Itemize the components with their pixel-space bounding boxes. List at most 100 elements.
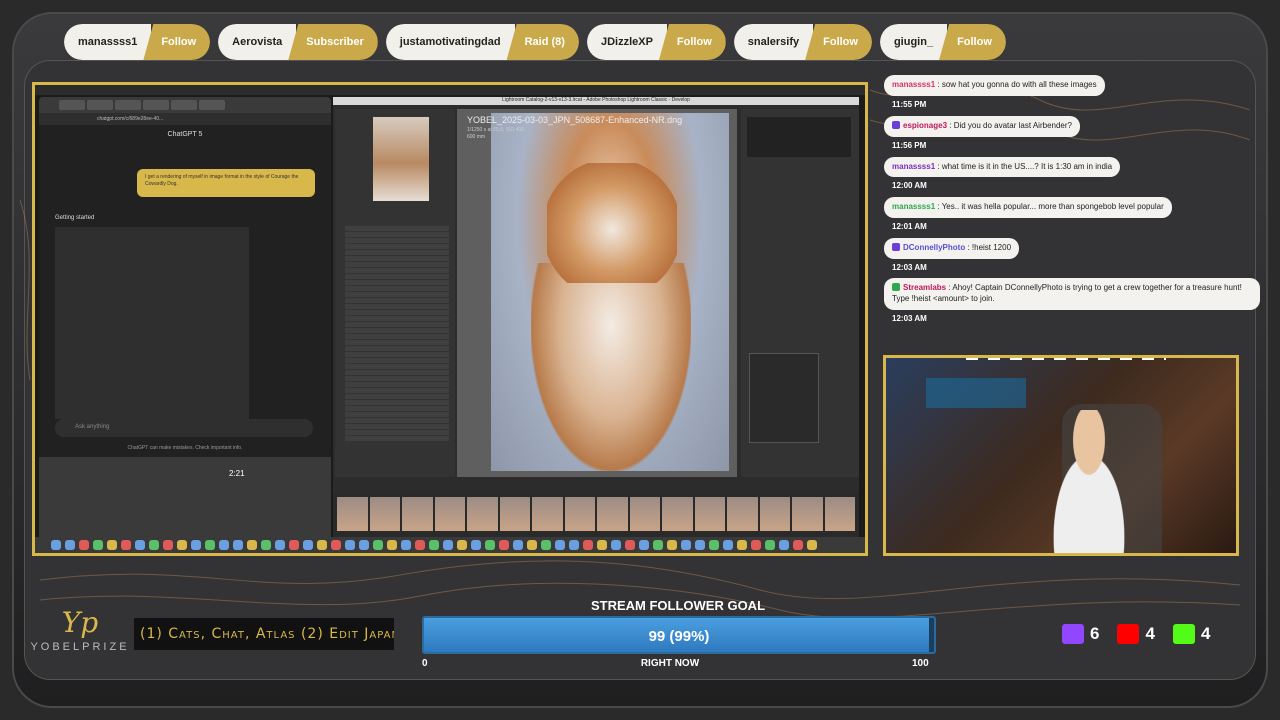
film-thumb[interactable] (629, 497, 660, 531)
film-thumb[interactable] (402, 497, 433, 531)
app-icon[interactable] (709, 540, 719, 550)
app-icon[interactable] (485, 540, 495, 550)
app-icon[interactable] (387, 540, 397, 550)
app-icon[interactable] (177, 540, 187, 550)
chat-bubble: espionage3 : Did you do avatar last Airb… (884, 115, 1080, 137)
app-icon[interactable] (135, 540, 145, 550)
app-icon[interactable] (513, 540, 523, 550)
app-icon[interactable] (695, 540, 705, 550)
app-icon[interactable] (737, 540, 747, 550)
film-thumb[interactable] (532, 497, 563, 531)
app-icon[interactable] (233, 540, 243, 550)
app-icon[interactable] (625, 540, 635, 550)
chat-timestamp: 12:01 AM (892, 222, 927, 232)
film-thumb[interactable] (727, 497, 758, 531)
app-icon[interactable] (331, 540, 341, 550)
film-thumb[interactable] (759, 497, 790, 531)
event-username: snalersify (733, 24, 814, 60)
film-thumb[interactable] (369, 497, 400, 531)
app-icon[interactable] (779, 540, 789, 550)
app-icon[interactable] (373, 540, 383, 550)
app-icon[interactable] (303, 540, 313, 550)
video-player[interactable]: 2:21 (39, 457, 331, 541)
app-icon[interactable] (275, 540, 285, 550)
app-icon[interactable] (793, 540, 803, 550)
app-icon[interactable] (261, 540, 271, 550)
app-icon[interactable] (667, 540, 677, 550)
app-icon[interactable] (107, 540, 117, 550)
film-thumb[interactable] (467, 497, 498, 531)
app-icon[interactable] (541, 540, 551, 550)
chat-message: DConnellyPhoto : !heist 1200 12:03 AM (884, 237, 1264, 272)
chatgpt-title[interactable]: ChatGPT 5 (39, 131, 331, 138)
app-icon[interactable] (499, 540, 509, 550)
app-icon[interactable] (527, 540, 537, 550)
app-icon[interactable] (51, 540, 61, 550)
film-thumb[interactable] (434, 497, 465, 531)
fox-photo[interactable] (491, 113, 729, 471)
viewer-count: 4 (1200, 624, 1211, 643)
chat-username[interactable]: manassss1 (892, 162, 935, 171)
browser-tab[interactable] (171, 100, 197, 110)
logo-name: YOBELPRIZE (30, 641, 130, 653)
app-icon[interactable] (345, 540, 355, 550)
twitch-icon (1062, 624, 1084, 644)
app-icon[interactable] (359, 540, 369, 550)
app-icon[interactable] (583, 540, 593, 550)
app-icon[interactable] (569, 540, 579, 550)
app-icon[interactable] (317, 540, 327, 550)
navigator-thumbnail[interactable] (373, 117, 429, 201)
browser-tab[interactable] (87, 100, 113, 110)
film-thumb[interactable] (792, 497, 823, 531)
app-icon[interactable] (471, 540, 481, 550)
app-icon[interactable] (65, 540, 75, 550)
browser-tab[interactable] (59, 100, 85, 110)
app-icon[interactable] (555, 540, 565, 550)
film-thumb[interactable] (597, 497, 628, 531)
chat-input[interactable]: Ask anything (55, 419, 313, 437)
browser-url-bar[interactable]: chatgpt.com/c/689e28ee-40... (39, 113, 331, 125)
browser-tab[interactable] (199, 100, 225, 110)
app-icon[interactable] (121, 540, 131, 550)
chat-username[interactable]: Streamlabs (903, 283, 946, 292)
film-thumb[interactable] (824, 497, 855, 531)
tone-curve[interactable] (749, 353, 819, 443)
chat-username[interactable]: espionage3 (903, 121, 947, 130)
chat-username[interactable]: manassss1 (892, 202, 935, 211)
app-icon[interactable] (443, 540, 453, 550)
app-icon[interactable] (457, 540, 467, 550)
app-icon[interactable] (751, 540, 761, 550)
app-icon[interactable] (807, 540, 817, 550)
app-icon[interactable] (723, 540, 733, 550)
app-icon[interactable] (401, 540, 411, 550)
viewer-count: 6 (1090, 624, 1100, 643)
app-icon[interactable] (163, 540, 173, 550)
app-icon[interactable] (681, 540, 691, 550)
chat-username[interactable]: manassss1 (892, 80, 935, 89)
app-icon[interactable] (191, 540, 201, 550)
film-thumb[interactable] (337, 497, 368, 531)
film-thumb[interactable] (662, 497, 693, 531)
app-icon[interactable] (289, 540, 299, 550)
lightroom-preview: YOBEL_2025-03-03_JPN_508687-Enhanced-NR.… (457, 109, 737, 477)
app-icon[interactable] (247, 540, 257, 550)
app-icon[interactable] (597, 540, 607, 550)
browser-tab[interactable] (143, 100, 169, 110)
app-icon[interactable] (205, 540, 215, 550)
app-icon[interactable] (639, 540, 649, 550)
youtube-icon (1117, 624, 1140, 644)
app-icon[interactable] (765, 540, 775, 550)
app-icon[interactable] (429, 540, 439, 550)
app-icon[interactable] (219, 540, 229, 550)
app-icon[interactable] (611, 540, 621, 550)
app-icon[interactable] (653, 540, 663, 550)
app-icon[interactable] (149, 540, 159, 550)
browser-tab[interactable] (115, 100, 141, 110)
chat-username[interactable]: DConnellyPhoto (903, 243, 965, 252)
app-icon[interactable] (79, 540, 89, 550)
app-icon[interactable] (415, 540, 425, 550)
app-icon[interactable] (93, 540, 103, 550)
film-thumb[interactable] (564, 497, 595, 531)
film-thumb[interactable] (694, 497, 725, 531)
film-thumb[interactable] (499, 497, 530, 531)
